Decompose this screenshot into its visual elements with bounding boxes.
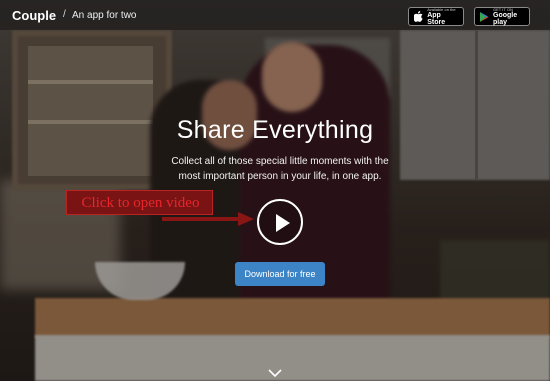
annotation-arrow-icon bbox=[162, 212, 254, 226]
play-icon bbox=[276, 214, 290, 232]
apple-icon bbox=[414, 11, 423, 23]
hero-subtitle: Collect all of those special little mome… bbox=[171, 156, 389, 182]
brand-separator: / bbox=[63, 9, 66, 20]
play-store-icon bbox=[480, 11, 489, 23]
brand-tagline: An app for two bbox=[72, 10, 137, 21]
google-play-button[interactable]: GET IT ON Google play bbox=[474, 7, 530, 26]
app-store-label: App Store bbox=[427, 11, 446, 26]
google-play-label: Google play bbox=[493, 11, 518, 26]
chevron-down-icon[interactable] bbox=[268, 368, 282, 378]
brand-logo[interactable]: Couple bbox=[12, 8, 56, 23]
hero-title: Share Everything bbox=[176, 116, 374, 144]
app-store-button[interactable]: Available on the App Store bbox=[408, 7, 464, 26]
download-button[interactable]: Download for free bbox=[235, 262, 325, 286]
play-video-button[interactable] bbox=[257, 199, 303, 245]
top-bar: Couple / An app for two Available on the… bbox=[0, 0, 550, 30]
